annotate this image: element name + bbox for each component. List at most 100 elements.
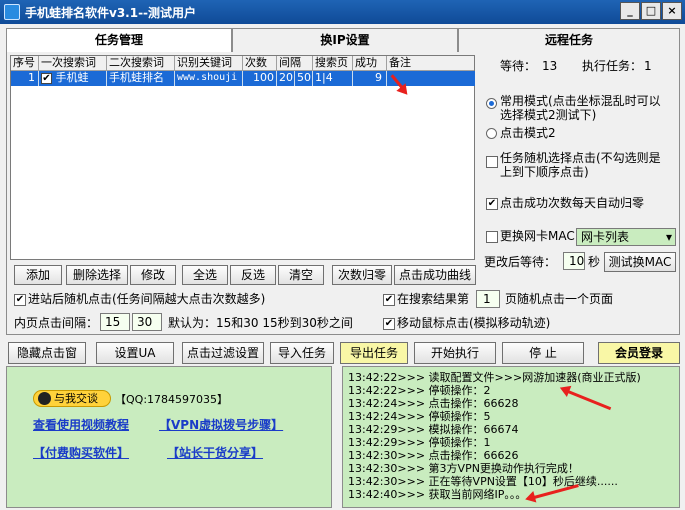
- search-result-label-a: 在搜索结果第: [397, 292, 470, 306]
- qq-number: 【QQ:1784597035】: [115, 393, 229, 406]
- mouse-move-checkbox[interactable]: ✔: [383, 318, 395, 330]
- nic-select[interactable]: 网卡列表 ▾: [576, 228, 676, 246]
- col-count: 次数: [243, 56, 277, 71]
- log-line: 13:42:30>>> 第3方VPN更换动作执行完成！: [348, 462, 579, 475]
- cell-success: 9: [353, 71, 387, 86]
- minimize-button[interactable]: _: [620, 2, 640, 20]
- qq-chat-button[interactable]: 与我交谈: [33, 390, 111, 407]
- log-line: 13:42:22>>> 读取配置文件>>>网游加速器(商业正式版): [348, 371, 641, 384]
- col-first-keyword: 一次搜索词: [39, 56, 107, 71]
- log-line: 13:42:29>>> 模拟操作：66674: [348, 423, 519, 436]
- vpn-steps-link[interactable]: 【VPN虚拟拨号步骤】: [159, 416, 283, 433]
- cell-interval-a: 20: [277, 71, 295, 86]
- success-curve-button[interactable]: 点击成功曲线: [394, 265, 476, 285]
- start-button[interactable]: 开始执行: [414, 342, 496, 364]
- table-header: 序号 一次搜索词 二次搜索词 识别关键词 次数 间隔 搜索页 成功 备注: [11, 56, 474, 71]
- cell-interval-b: 50: [295, 71, 313, 86]
- test-mac-button[interactable]: 测试换MAC: [604, 252, 676, 272]
- buy-software-link[interactable]: 【付费购买软件】: [33, 444, 129, 461]
- export-task-button[interactable]: 导出任务: [340, 342, 408, 364]
- search-result-label-b: 页随机点击一个页面: [505, 292, 614, 306]
- row-checkbox[interactable]: ✔: [41, 72, 52, 84]
- delete-selected-button[interactable]: 删除选择: [66, 265, 128, 285]
- cell-first-keyword: ✔ 手机蛙: [39, 71, 107, 86]
- inner-interval-min-input[interactable]: 15: [100, 313, 130, 331]
- reset-count-button[interactable]: 次数归零: [332, 265, 392, 285]
- mode-2-label: 点击模式2: [500, 126, 556, 140]
- hide-click-window-button[interactable]: 隐藏点击窗: [8, 342, 86, 364]
- cell-index: 1: [11, 71, 39, 86]
- video-tutorial-link[interactable]: 查看使用视频教程: [33, 416, 129, 433]
- tab-remote-tasks[interactable]: 远程任务: [458, 28, 680, 52]
- qq-icon: [38, 392, 51, 405]
- log-line: 13:42:24>>> 停顿操作：5: [348, 410, 491, 423]
- mode-normal-label: 常用模式(点击坐标混乱时可以选择模式2测试下): [500, 94, 661, 122]
- col-note: 备注: [389, 56, 411, 69]
- tab-ip-settings[interactable]: 换IP设置: [232, 28, 458, 52]
- col-success: 成功: [353, 56, 387, 71]
- col-second-keyword: 二次搜索词: [107, 56, 175, 71]
- reset-count-label: 点击成功次数每天自动归零: [500, 196, 645, 210]
- window-title: 手机蛙排名软件v3.1--测试用户: [25, 6, 197, 20]
- search-result-checkbox[interactable]: ✔: [383, 294, 395, 306]
- log-line: 13:42:29>>> 停顿操作：1: [348, 436, 491, 449]
- col-interval: 间隔: [277, 56, 313, 71]
- inner-interval-max-input[interactable]: 30: [132, 313, 162, 331]
- log-line: 13:42:40>>> 获取当前网络IP。。。: [348, 488, 527, 501]
- col-pages: 搜索页: [313, 56, 353, 71]
- mode-2-radio[interactable]: [486, 128, 497, 139]
- webmaster-share-link[interactable]: 【站长干货分享】: [167, 444, 263, 461]
- import-task-button[interactable]: 导入任务: [270, 342, 334, 364]
- log-line: 13:42:30>>> 点击操作：66626: [348, 449, 519, 462]
- chevron-down-icon: ▾: [665, 230, 672, 244]
- edit-button[interactable]: 修改: [130, 265, 176, 285]
- inner-interval-label: 内页点击间隔：: [14, 316, 99, 330]
- log-line: 13:42:22>>> 停顿操作：2: [348, 384, 491, 397]
- click-filter-button[interactable]: 点击过滤设置: [182, 342, 264, 364]
- set-ua-button[interactable]: 设置UA: [96, 342, 174, 364]
- exec-label: 执行任务：: [582, 59, 643, 73]
- cell-count: 100: [243, 71, 277, 86]
- random-task-label: 任务随机选择点击(不勾选则是上到下顺序点击): [500, 151, 661, 179]
- after-wait-input[interactable]: 10: [563, 252, 585, 270]
- app-icon: [4, 4, 20, 20]
- inner-interval-default: 默认为：15和30 15秒到30秒之间: [168, 316, 353, 330]
- qq-chat-label: 与我交谈: [54, 392, 98, 405]
- col-match-keyword: 识别关键词: [175, 56, 243, 71]
- change-mac-label: 更换网卡MAC: [500, 229, 575, 243]
- tab-bar: 任务管理 换IP设置 远程任务: [6, 28, 680, 52]
- stop-button[interactable]: 停 止: [502, 342, 584, 364]
- nic-select-value: 网卡列表: [581, 230, 630, 244]
- wait-label: 等待：: [500, 59, 537, 73]
- cell-first-keyword-value: 手机蛙: [55, 71, 89, 84]
- change-mac-checkbox[interactable]: [486, 231, 498, 243]
- tab-task-management[interactable]: 任务管理: [6, 28, 232, 52]
- random-task-checkbox[interactable]: [486, 156, 498, 168]
- clear-button[interactable]: 清空: [278, 265, 324, 285]
- exec-value: 1: [644, 59, 652, 73]
- random-click-checkbox[interactable]: ✔: [14, 294, 26, 306]
- select-all-button[interactable]: 全选: [182, 265, 228, 285]
- info-panel: 与我交谈 【QQ:1784597035】 查看使用视频教程 【VPN虚拟拨号步骤…: [6, 366, 332, 508]
- close-button[interactable]: ×: [662, 2, 682, 20]
- log-line: 13:42:24>>> 点击操作：66628: [348, 397, 519, 410]
- col-index: 序号: [11, 56, 39, 71]
- after-wait-unit: 秒: [588, 255, 601, 269]
- random-click-label: 进站后随机点击(任务间隔越大点击次数越多): [28, 292, 266, 306]
- cell-match-keyword: www.shouji: [175, 71, 243, 86]
- search-result-page-input[interactable]: 1: [476, 290, 500, 308]
- cell-second-keyword: 手机蛙排名: [107, 71, 175, 86]
- wait-value: 13: [542, 59, 558, 73]
- cell-pages: 1|4: [313, 71, 353, 86]
- reset-count-checkbox[interactable]: ✔: [486, 198, 498, 210]
- invert-selection-button[interactable]: 反选: [230, 265, 276, 285]
- member-login-button[interactable]: 会员登录: [598, 342, 680, 364]
- mouse-move-label: 移动鼠标点击(模拟移动轨迹): [397, 316, 551, 330]
- after-wait-label: 更改后等待：: [484, 255, 557, 269]
- maximize-button[interactable]: □: [641, 2, 661, 20]
- mode-normal-radio[interactable]: [486, 98, 497, 109]
- title-bar: 手机蛙排名软件v3.1--测试用户 _ □ ×: [0, 0, 685, 24]
- add-button[interactable]: 添加: [14, 265, 62, 285]
- log-panel[interactable]: 13:42:22>>> 读取配置文件>>>网游加速器(商业正式版) 13:42:…: [342, 366, 680, 508]
- cell-index-value: 1: [28, 71, 35, 84]
